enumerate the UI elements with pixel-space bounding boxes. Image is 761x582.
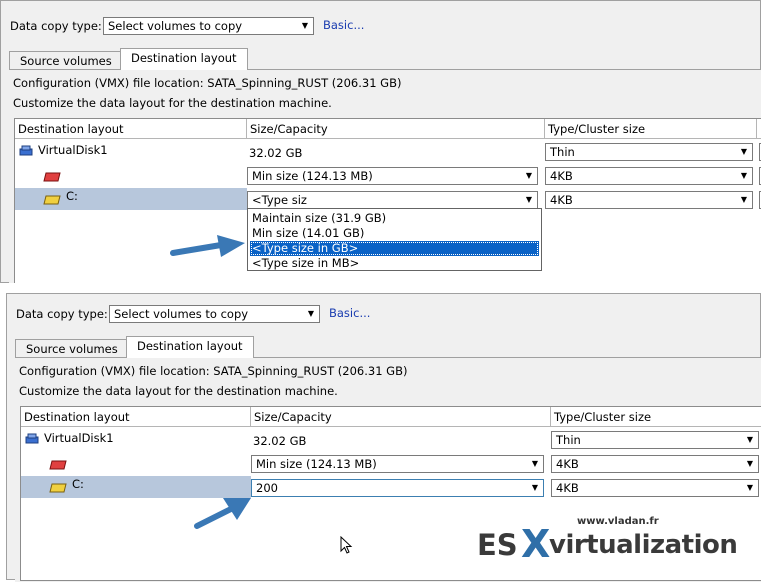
copy-type-value: Select volumes to copy — [114, 307, 249, 321]
basic-link[interactable]: Basic... — [323, 17, 364, 33]
chevron-down-icon[interactable]: ▼ — [744, 458, 756, 470]
size-dropdown-list: Maintain size (31.9 GB) Min size (14.01 … — [247, 208, 542, 271]
row-virtualdisk-name[interactable]: VirtualDisk1 — [44, 430, 114, 446]
row-c-type-select[interactable]: 4KB ▼ — [545, 191, 753, 209]
dropdown-option-min-size[interactable]: Min size (14.01 GB) — [250, 226, 539, 241]
row-c-size-input[interactable]: 200 ▼ — [251, 479, 544, 497]
volume-yellow-icon — [49, 483, 67, 493]
watermark-virtualization-text: virtualization — [549, 530, 738, 560]
row-partition-type-select[interactable]: 4KB ▼ — [545, 167, 753, 185]
column-header-destination-layout[interactable]: Destination layout — [21, 407, 251, 427]
column-header-size-capacity[interactable]: Size/Capacity — [251, 407, 551, 427]
destination-layout-grid: Destination layout Size/Capacity Type/Cl… — [14, 118, 761, 284]
volume-yellow-icon — [43, 195, 61, 205]
watermark-logo: www.vladan.fr ES X virtualization — [473, 512, 761, 574]
annotation-arrow-icon — [194, 498, 251, 529]
chevron-down-icon[interactable]: ▼ — [744, 482, 756, 494]
watermark-site-text: www.vladan.fr — [577, 516, 659, 527]
virtual-disk-icon — [19, 145, 33, 156]
vmx-location-text: Configuration (VMX) file location: SATA_… — [19, 364, 408, 378]
vmx-location-text: Configuration (VMX) file location: SATA_… — [13, 76, 402, 90]
dropdown-option-type-gb[interactable]: <Type size in GB> — [250, 241, 539, 256]
chevron-down-icon[interactable]: ▼ — [738, 170, 750, 182]
column-header-size-capacity[interactable]: Size/Capacity — [247, 119, 545, 139]
row-partition-type-select[interactable]: 4KB ▼ — [551, 455, 759, 473]
top-wizard-panel: Data copy type: Select volumes to copy ▼… — [0, 0, 761, 285]
dropdown-option-type-mb[interactable]: <Type size in MB> — [250, 256, 539, 271]
watermark-x-text: X — [521, 522, 551, 566]
virtual-disk-icon — [25, 433, 39, 444]
column-header-destination-layout[interactable]: Destination layout — [15, 119, 247, 139]
screenshot-separator — [0, 283, 761, 293]
copy-type-select[interactable]: Select volumes to copy ▼ — [103, 17, 314, 35]
tab-source-volumes[interactable]: Source volumes — [15, 339, 129, 359]
chevron-down-icon[interactable]: ▼ — [744, 434, 756, 446]
tab-destination-layout[interactable]: Destination layout — [120, 48, 248, 70]
chevron-down-icon[interactable]: ▼ — [523, 194, 535, 206]
customize-text: Customize the data layout for the destin… — [19, 384, 338, 398]
column-header-type-cluster[interactable]: Type/Cluster size — [551, 407, 761, 427]
copy-type-select[interactable]: Select volumes to copy ▼ — [109, 305, 320, 323]
row-c-name[interactable]: C: — [66, 188, 78, 204]
tab-destination-layout[interactable]: Destination layout — [126, 336, 254, 358]
row-partition-size-select[interactable]: Min size (124.13 MB) ▼ — [247, 167, 538, 185]
row-virtualdisk-size: 32.02 GB — [253, 434, 307, 448]
row-virtualdisk-type-select[interactable]: Thin ▼ — [551, 431, 759, 449]
watermark-es-text: ES — [477, 528, 518, 562]
row-c-size-select[interactable]: <Type siz ▼ — [247, 191, 538, 209]
chevron-down-icon[interactable]: ▼ — [738, 146, 750, 158]
chevron-down-icon[interactable]: ▼ — [738, 194, 750, 206]
chevron-down-icon[interactable]: ▼ — [523, 170, 535, 182]
bottom-wizard-panel: Data copy type: Select volumes to copy ▼… — [6, 293, 761, 582]
column-header-extra[interactable] — [757, 119, 761, 139]
chevron-down-icon[interactable]: ▼ — [529, 458, 541, 470]
row-virtualdisk-size: 32.02 GB — [249, 146, 303, 160]
partition-red-icon — [43, 172, 61, 182]
row-c-name[interactable]: C: — [72, 476, 84, 492]
annotation-arrow-icon — [170, 235, 245, 257]
row-c-type-select[interactable]: 4KB ▼ — [551, 479, 759, 497]
row-partition-size-select[interactable]: Min size (124.13 MB) ▼ — [251, 455, 544, 473]
chevron-down-icon[interactable]: ▼ — [299, 20, 311, 32]
tab-source-volumes[interactable]: Source volumes — [9, 51, 123, 71]
customize-text: Customize the data layout for the destin… — [13, 96, 332, 110]
chevron-down-icon[interactable]: ▼ — [529, 482, 541, 494]
mouse-cursor-icon — [340, 536, 353, 554]
partition-red-icon — [49, 460, 67, 470]
row-virtualdisk-name[interactable]: VirtualDisk1 — [38, 142, 108, 158]
basic-link[interactable]: Basic... — [329, 305, 370, 321]
dropdown-option-maintain-size[interactable]: Maintain size (31.9 GB) — [250, 211, 539, 226]
chevron-down-icon[interactable]: ▼ — [305, 308, 317, 320]
row-virtualdisk-type-select[interactable]: Thin ▼ — [545, 143, 753, 161]
column-header-type-cluster[interactable]: Type/Cluster size — [545, 119, 757, 139]
copy-type-value: Select volumes to copy — [108, 19, 243, 33]
copy-type-label: Data copy type: — [10, 19, 102, 33]
copy-type-label: Data copy type: — [16, 307, 108, 321]
